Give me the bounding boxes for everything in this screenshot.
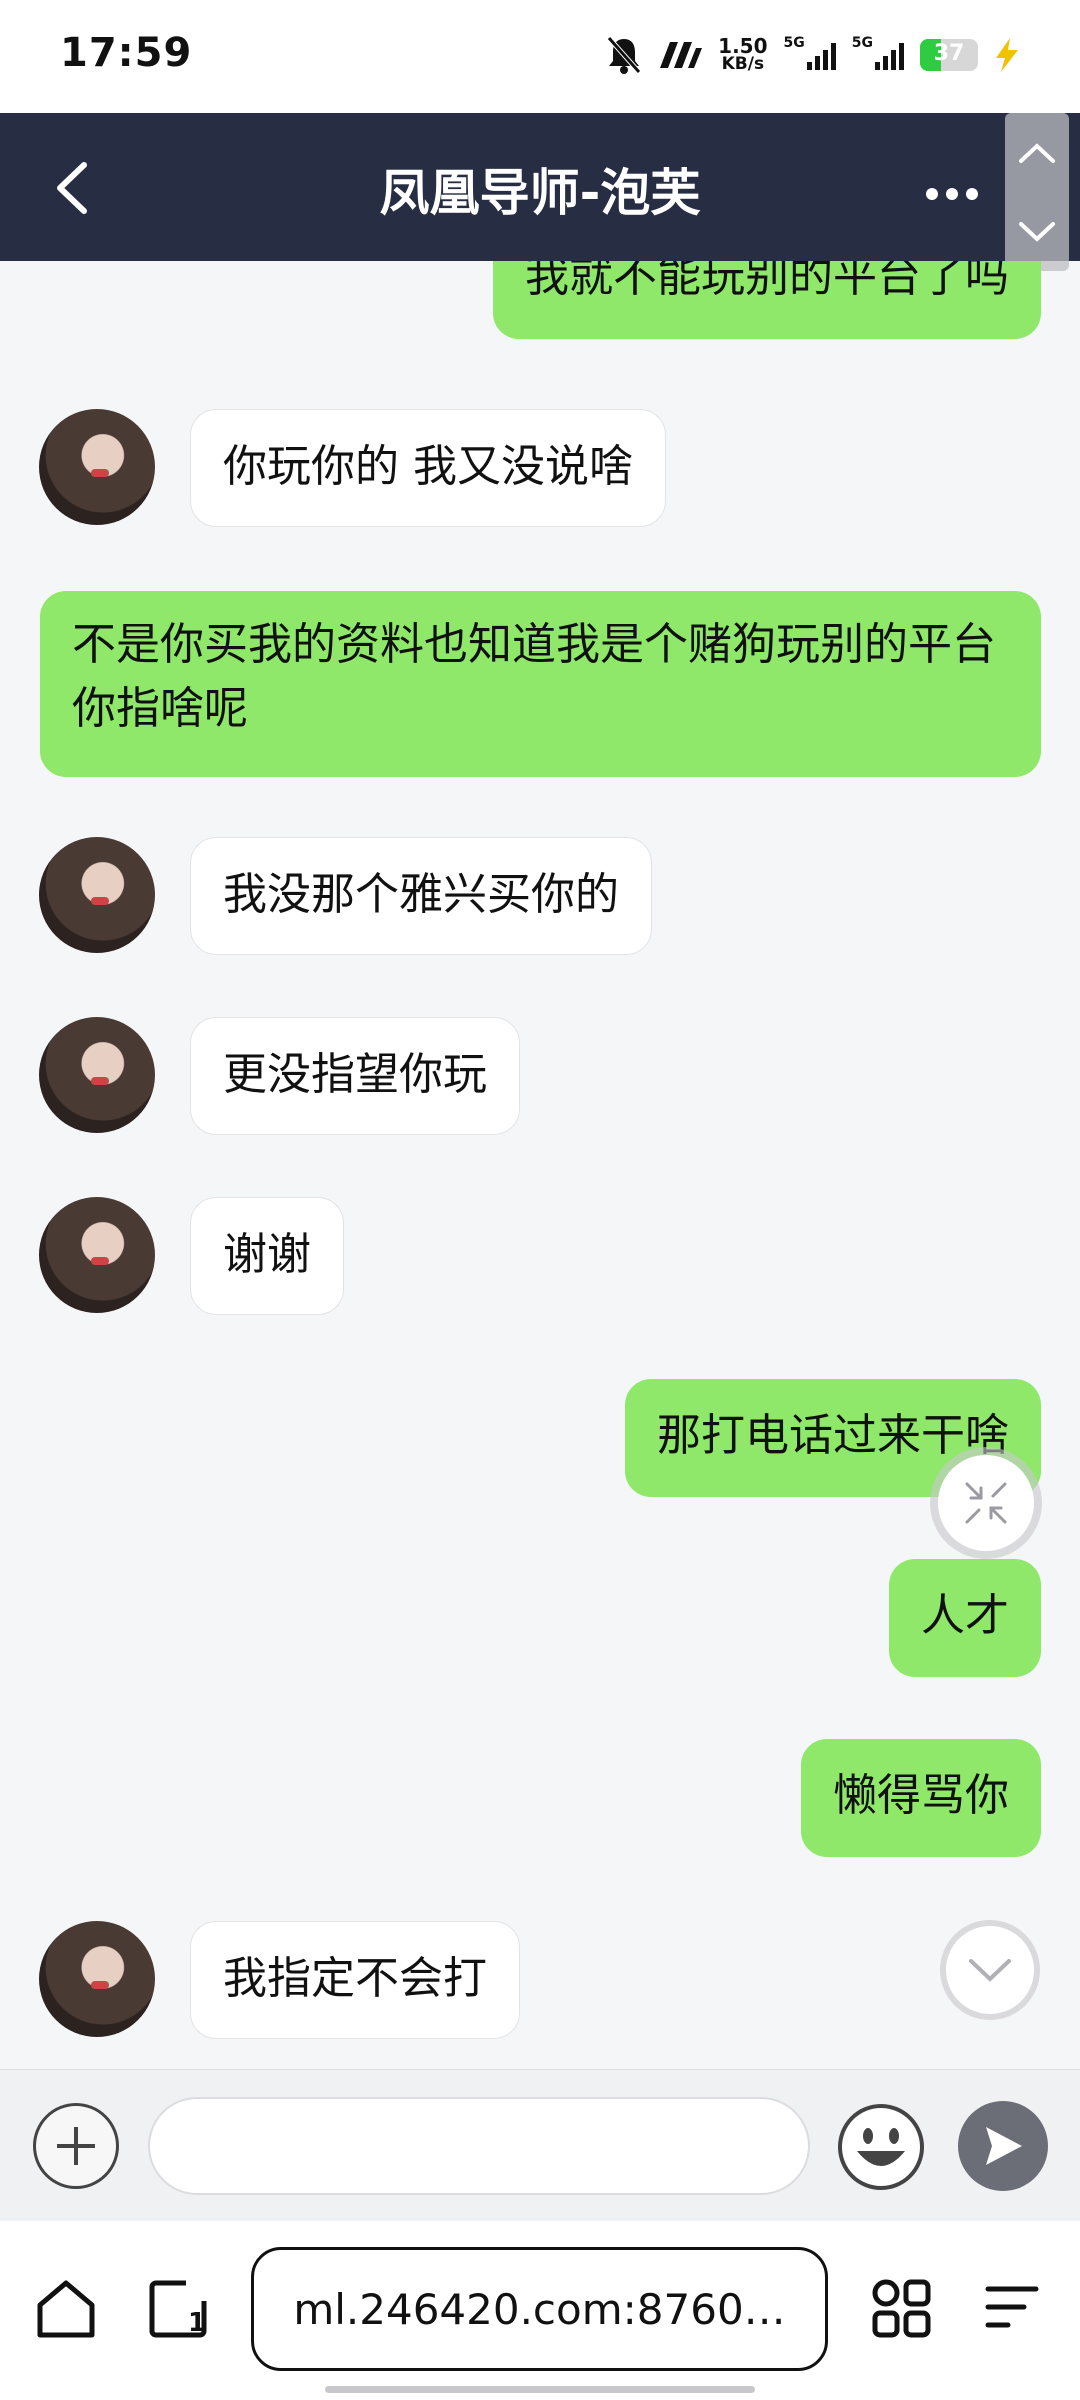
- avatar[interactable]: [39, 409, 155, 525]
- avatar[interactable]: [39, 1017, 155, 1133]
- chevron-down-icon: [1019, 221, 1055, 242]
- message-bubble-received[interactable]: 我指定不会打: [190, 1921, 520, 2039]
- emoji-icon: [838, 2104, 924, 2190]
- attach-button[interactable]: [33, 2103, 119, 2189]
- avatar[interactable]: [39, 1921, 155, 2037]
- battery-icon: 37: [920, 39, 978, 71]
- chat-area[interactable]: 我就不能玩别的平台了吗 你玩你的 我又没说啥 不是你买我的资料也知道我是个赌狗玩…: [0, 261, 1080, 2069]
- chevron-down-icon: [969, 1959, 1011, 1982]
- status-icons: 1.50 KB/s 5G 5G 37: [606, 30, 1020, 80]
- chat-header: 凤凰导师-泡芙: [0, 113, 1080, 261]
- collapse-float-button[interactable]: [938, 1455, 1034, 1551]
- page-scroll-control[interactable]: [1005, 113, 1069, 271]
- more-icon: [926, 188, 978, 200]
- send-button[interactable]: [958, 2101, 1048, 2191]
- nfc-icon: [658, 40, 703, 70]
- mute-icon: [606, 35, 642, 75]
- chevron-up-icon: [1019, 142, 1055, 163]
- avatar[interactable]: [39, 1197, 155, 1313]
- scroll-down-button[interactable]: [1005, 192, 1069, 271]
- shrink-icon: [965, 1482, 1007, 1524]
- grid-icon: [872, 2279, 931, 2338]
- message-bubble-received[interactable]: 我没那个雅兴买你的: [190, 837, 652, 955]
- home-indicator: [325, 2386, 755, 2393]
- send-icon: [986, 2127, 1022, 2165]
- status-time: 17:59: [60, 30, 193, 76]
- menu-icon: [985, 2286, 1039, 2328]
- message-input[interactable]: [148, 2097, 810, 2195]
- message-bubble-sent[interactable]: 我就不能玩别的平台了吗: [493, 261, 1041, 339]
- apps-button[interactable]: [870, 2277, 934, 2345]
- more-button[interactable]: [924, 173, 980, 203]
- svg-text:1: 1: [188, 2308, 206, 2338]
- message-input-bar: [0, 2069, 1080, 2222]
- emoji-button[interactable]: [837, 2103, 925, 2191]
- network-speed: 1.50 KB/s: [718, 34, 768, 74]
- signal-icon: 5G: [784, 35, 836, 70]
- charging-icon: [994, 38, 1020, 72]
- message-bubble-sent[interactable]: 懒得骂你: [801, 1739, 1041, 1857]
- tabs-button[interactable]: 1: [148, 2277, 208, 2345]
- home-button[interactable]: [34, 2277, 98, 2345]
- avatar[interactable]: [39, 837, 155, 953]
- home-icon: [37, 2280, 95, 2338]
- message-bubble-received[interactable]: 更没指望你玩: [190, 1017, 520, 1135]
- scroll-to-bottom-button[interactable]: [940, 1920, 1040, 2020]
- scroll-up-button[interactable]: [1005, 113, 1069, 192]
- message-bubble-sent[interactable]: 不是你买我的资料也知道我是个赌狗玩别的平台你指啥呢: [40, 591, 1041, 777]
- page-title: 凤凰导师-泡芙: [379, 164, 701, 222]
- tabs-icon: 1: [149, 2279, 208, 2338]
- signal-icon-2: 5G: [852, 35, 904, 70]
- menu-button[interactable]: [984, 2283, 1040, 2337]
- url-bar[interactable]: ml.246420.com:8760…: [251, 2247, 828, 2371]
- message-bubble-received[interactable]: 你玩你的 我又没说啥: [190, 409, 666, 527]
- browser-toolbar: 1 ml.246420.com:8760…: [0, 2221, 1080, 2400]
- message-bubble-sent[interactable]: 人才: [889, 1559, 1041, 1677]
- status-bar: 17:59 1.50 KB/s 5G 5G 37: [0, 0, 1080, 113]
- plus-icon: [57, 2127, 95, 2165]
- message-bubble-received[interactable]: 谢谢: [190, 1197, 344, 1315]
